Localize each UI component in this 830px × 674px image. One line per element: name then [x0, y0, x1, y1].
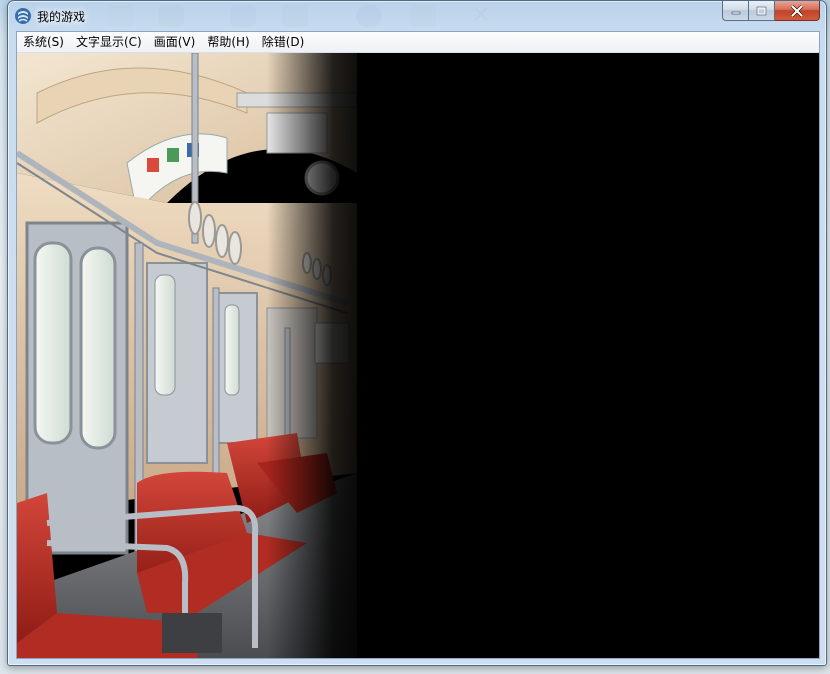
menu-text-display[interactable]: 文字显示(C): [70, 32, 148, 52]
game-canvas[interactable]: [17, 53, 819, 658]
menu-debug[interactable]: 除错(D): [256, 32, 311, 52]
close-button[interactable]: [775, 1, 820, 21]
minimize-button[interactable]: [722, 1, 749, 21]
maximize-button[interactable]: [749, 1, 775, 21]
client-area: 系统(S) 文字显示(C) 画面(V) 帮助(H) 除错(D): [16, 31, 820, 659]
menu-bar: 系统(S) 文字显示(C) 画面(V) 帮助(H) 除错(D): [17, 32, 819, 53]
menu-screen[interactable]: 画面(V): [148, 32, 202, 52]
menu-help[interactable]: 帮助(H): [201, 32, 255, 52]
maximize-icon: [756, 6, 767, 15]
caption-buttons: [722, 1, 820, 21]
app-logo-icon: [15, 8, 31, 24]
minimize-icon: [731, 11, 740, 14]
app-window: 我的游戏 系统(S) 文字显示(C) 画面(V) 帮助(H) 除错(D): [7, 0, 827, 666]
title-bar[interactable]: 我的游戏: [8, 1, 826, 31]
scene-fade-overlay: [267, 53, 377, 658]
menu-system[interactable]: 系统(S): [17, 32, 70, 52]
close-icon: [790, 4, 804, 17]
window-title: 我的游戏: [37, 10, 86, 24]
